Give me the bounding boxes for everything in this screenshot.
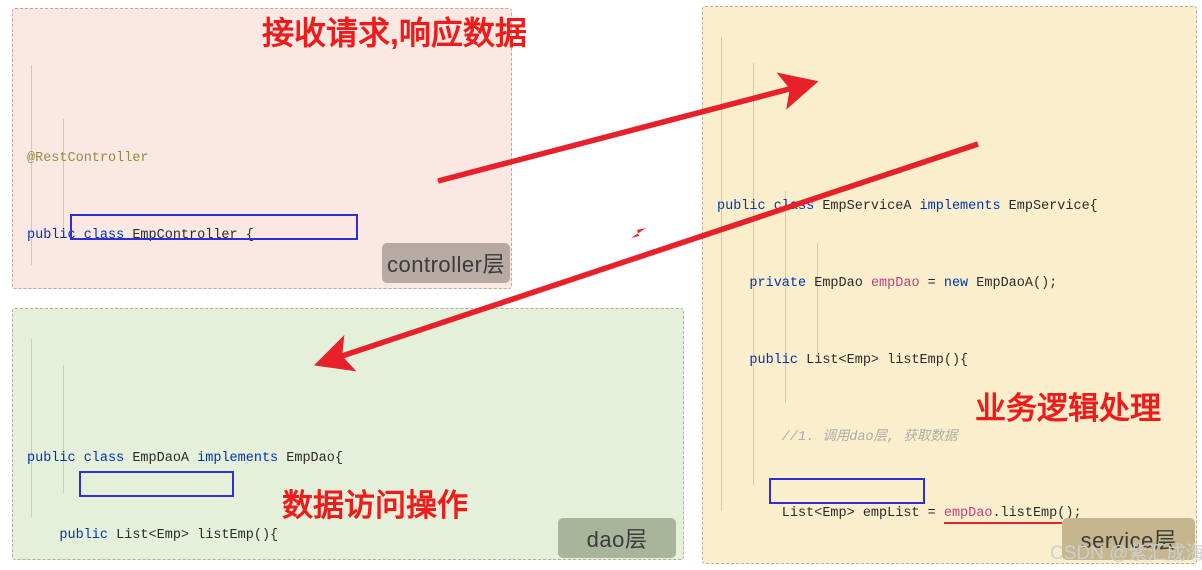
csdn-watermark: CSDN @紫汇成海 bbox=[1050, 543, 1202, 564]
indent-guide bbox=[63, 119, 64, 237]
service-code-block: public class EmpServiceA implements EmpS… bbox=[703, 7, 1196, 563]
controller-layer-badge: controller层 bbox=[382, 243, 510, 283]
annotation-restcontroller: @RestController bbox=[27, 150, 149, 166]
code-line: public List<Emp> listEmp(){ bbox=[717, 352, 969, 368]
code-line: @RestController bbox=[27, 146, 511, 172]
return-highlight-box bbox=[769, 478, 925, 504]
service-code-panel: public class EmpServiceA implements EmpS… bbox=[702, 6, 1197, 564]
return-highlight-box bbox=[70, 214, 358, 240]
return-highlight-box bbox=[79, 471, 234, 497]
empdao-field-ref: empDao bbox=[943, 506, 993, 525]
indent-guide bbox=[63, 365, 64, 493]
controller-annotation-label: 接收请求,响应数据 bbox=[262, 15, 527, 51]
code-line: public class EmpDaoA implements EmpDao{ bbox=[27, 450, 343, 466]
indent-guide bbox=[31, 339, 32, 517]
service-annotation-label: 业务逻辑处理 bbox=[975, 391, 1161, 426]
dao-annotation-label: 数据访问操作 bbox=[282, 488, 468, 523]
indent-guide bbox=[817, 243, 818, 353]
arrow-small-marker bbox=[631, 228, 646, 238]
code-line: //1. 调用dao层, 获取数据 bbox=[717, 429, 958, 445]
diagram-canvas: @RestController public class EmpControll… bbox=[0, 0, 1202, 570]
code-line: public class EmpServiceA implements EmpS… bbox=[717, 199, 1098, 215]
code-line: private EmpDao empDao = new EmpDaoA(); bbox=[717, 275, 1058, 291]
dao-layer-badge: dao层 bbox=[558, 518, 676, 558]
